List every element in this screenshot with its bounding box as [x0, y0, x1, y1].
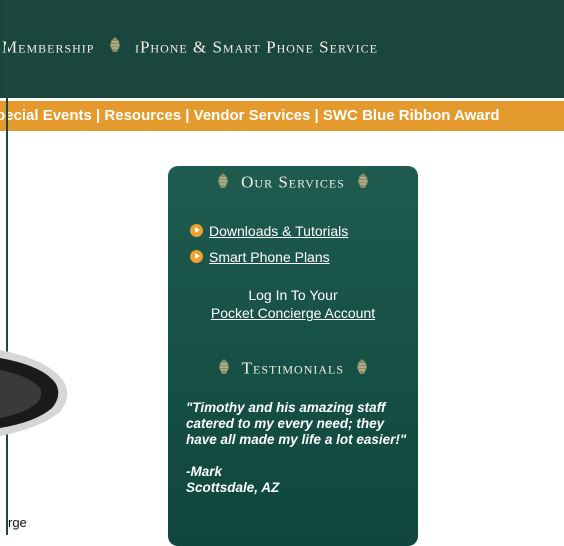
- services-panel: Our Services Downloads & Tutorials Smart…: [168, 166, 418, 546]
- pinecone-icon: [216, 172, 230, 195]
- header-nav: Membership iPhone & Smart Phone Service: [2, 36, 378, 59]
- play-bullet-icon: [190, 224, 203, 238]
- pinecone-icon: [217, 358, 231, 381]
- nav-iphone-service[interactable]: iPhone & Smart Phone Service: [135, 38, 378, 57]
- content-border: [6, 0, 8, 535]
- testimonial-author: -Mark: [186, 464, 223, 479]
- pinecone-icon: [356, 172, 370, 195]
- testimonials-heading: Testimonials: [168, 358, 418, 381]
- service-item: Downloads & Tutorials: [190, 222, 348, 240]
- pocket-concierge-link[interactable]: Pocket Concierge Account: [211, 305, 375, 321]
- smart-phone-plans-link[interactable]: Smart Phone Plans: [209, 249, 330, 265]
- services-title: Our Services: [241, 172, 345, 192]
- testimonial-location: Scottsdale, AZ: [186, 480, 280, 495]
- testimonial-quote: "Timothy and his amazing staff catered t…: [186, 400, 407, 447]
- testimonials-title: Testimonials: [241, 358, 345, 378]
- image-caption: rge: [8, 515, 27, 530]
- pinecone-icon: [108, 36, 122, 59]
- services-heading: Our Services: [168, 172, 418, 195]
- subnav-bar: pecial Events | Resources | Vendor Servi…: [0, 101, 564, 131]
- downloads-tutorials-link[interactable]: Downloads & Tutorials: [209, 223, 348, 239]
- service-item: Smart Phone Plans: [190, 248, 330, 266]
- nav-membership[interactable]: Membership: [2, 38, 94, 57]
- phone-image: [0, 350, 68, 436]
- login-text: Log In To Your: [248, 287, 338, 303]
- play-bullet-icon: [190, 250, 203, 264]
- pinecone-icon: [355, 358, 369, 381]
- subnav-links[interactable]: pecial Events | Resources | Vendor Servi…: [0, 107, 500, 124]
- testimonial: "Timothy and his amazing staff catered t…: [186, 400, 410, 496]
